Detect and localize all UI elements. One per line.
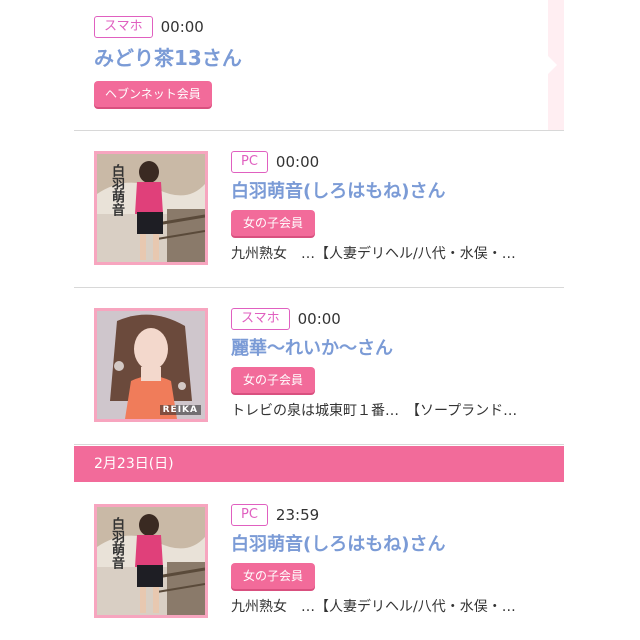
device-tag: PC: [231, 151, 268, 173]
member-badge: ヘブンネット会員: [94, 81, 212, 107]
photo-name-text: 白羽萌音: [109, 164, 124, 216]
profile-photo[interactable]: 白羽萌音: [94, 151, 208, 265]
entry-content: PC 00:00 白羽萌音(しろはもね)さん 女の子会員 九州熟女 …【人妻デリ…: [231, 151, 561, 264]
member-badge: 女の子会員: [231, 563, 316, 589]
entry-content: スマホ 00:00 みどり茶13さん ヘブンネット会員: [94, 16, 424, 107]
list-item[interactable]: REIKA スマホ 00:00 麗華〜れいか〜さん 女の子会員 トレビの泉は城東…: [74, 288, 564, 445]
profile-photo[interactable]: REIKA: [94, 308, 208, 422]
device-row: スマホ 00:00: [94, 16, 424, 38]
list-item[interactable]: 白羽萌音 PC 00:00 白羽萌音(しろはもね)さん 女の子会員 九州熟女 ……: [74, 131, 564, 288]
visitor-name-link[interactable]: 白羽萌音(しろはもね)さん: [231, 180, 561, 204]
entry-content: PC 23:59 白羽萌音(しろはもね)さん 女の子会員 九州熟女 …【人妻デリ…: [231, 504, 561, 617]
access-history-feed: スマホ 00:00 みどり茶13さん ヘブンネット会員 白羽萌音 PC 00:0…: [74, 0, 564, 640]
list-item[interactable]: スマホ 00:00 みどり茶13さん ヘブンネット会員: [74, 0, 564, 131]
member-badge: 女の子会員: [231, 367, 316, 393]
shop-link[interactable]: 九州熟女 …【人妻デリヘル/八代・水俣・…: [231, 597, 561, 617]
visitor-name-link[interactable]: 白羽萌音(しろはもね)さん: [231, 533, 561, 557]
photo-name-text: REIKA: [159, 405, 201, 415]
access-time: 00:00: [297, 310, 341, 328]
profile-photo[interactable]: 白羽萌音: [94, 504, 208, 618]
member-badge: 女の子会員: [231, 210, 316, 236]
device-row: スマホ 00:00: [231, 308, 561, 330]
shop-link[interactable]: トレビの泉は城東町１番… 【ソープランド…: [231, 401, 561, 421]
device-row: PC 00:00: [231, 151, 561, 173]
visitor-name-link[interactable]: 麗華〜れいか〜さん: [231, 337, 561, 361]
shop-link[interactable]: 九州熟女 …【人妻デリヘル/八代・水俣・…: [231, 244, 561, 264]
visitor-name-link[interactable]: みどり茶13さん: [94, 46, 424, 70]
side-panel-notch: [548, 56, 557, 74]
photo-name-text: 白羽萌音: [109, 517, 124, 569]
list-item[interactable]: 白羽萌音 PC 23:59 白羽萌音(しろはもね)さん 女の子会員 九州熟女 ……: [74, 484, 564, 640]
device-tag: スマホ: [94, 16, 153, 38]
access-time: 00:00: [275, 153, 320, 171]
device-tag: PC: [231, 504, 268, 526]
device-row: PC 23:59: [231, 504, 561, 526]
entry-content: スマホ 00:00 麗華〜れいか〜さん 女の子会員 トレビの泉は城東町１番… 【…: [231, 308, 561, 421]
access-time: 00:00: [160, 18, 204, 36]
device-tag: スマホ: [231, 308, 290, 330]
access-time: 23:59: [275, 506, 320, 524]
date-header: 2月23日(日): [74, 446, 564, 482]
photo-illustration: [97, 311, 205, 419]
